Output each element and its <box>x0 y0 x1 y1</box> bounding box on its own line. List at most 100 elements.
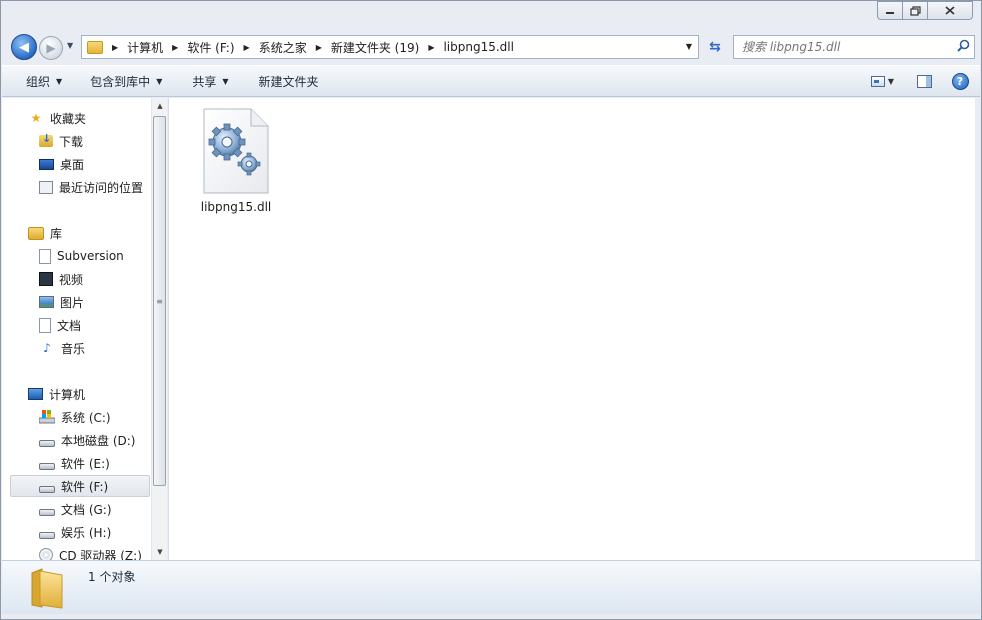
sidebar-item-label: 库 <box>50 226 63 241</box>
include-in-library-label: 包含到库中 <box>90 74 151 89</box>
new-folder-button[interactable]: 新建文件夹 <box>247 69 331 93</box>
file-list-view[interactable]: libpng15.dll <box>168 98 975 560</box>
drive-icon <box>39 439 55 447</box>
breadcrumb-item[interactable]: 系统之家 <box>259 39 307 56</box>
sidebar-item-favorites[interactable]: ★ 收藏夹 <box>2 107 150 129</box>
sidebar-item-drive-d[interactable]: 本地磁盘 (D:) <box>2 429 150 451</box>
scroll-up-icon[interactable]: ▲ <box>152 98 167 114</box>
new-folder-label: 新建文件夹 <box>258 74 319 89</box>
view-dropdown-icon[interactable]: ▼ <box>888 77 894 86</box>
search-box[interactable] <box>733 35 975 59</box>
sidebar-item-label: Subversion <box>57 249 124 263</box>
history-dropdown-icon[interactable]: ▼ <box>67 41 73 50</box>
close-icon <box>945 6 955 15</box>
details-pane: 1 个对象 <box>2 560 980 614</box>
back-button[interactable]: ◀ <box>11 34 37 60</box>
address-bar[interactable]: ▶ 计算机 ▶ 软件 (F:) ▶ 系统之家 ▶ 新建文件夹 (19) ▶ li… <box>81 35 699 59</box>
forward-button[interactable]: ▶ <box>39 36 63 60</box>
breadcrumb-item[interactable]: 计算机 <box>127 39 163 56</box>
sidebar-item-label: 文档 <box>57 318 82 333</box>
breadcrumb: ▶ 计算机 ▶ 软件 (F:) ▶ 系统之家 ▶ 新建文件夹 (19) ▶ li… <box>103 39 514 56</box>
nav-scrollbar[interactable]: ▲ ≡ ▼ <box>151 98 167 560</box>
chevron-down-icon: ▼ <box>156 76 163 86</box>
computer-icon <box>28 388 43 400</box>
sidebar-item-drive-h[interactable]: 娱乐 (H:) <box>2 521 150 543</box>
sidebar-item-label: 文档 (G:) <box>61 502 112 517</box>
sidebar-item-drive-z[interactable]: CD 驱动器 (Z:) <box>2 544 150 560</box>
sidebar-item-label: 图片 <box>60 295 85 310</box>
cd-drive-icon <box>39 548 53 560</box>
share-label: 共享 <box>192 74 217 89</box>
refresh-icon: ⇆ <box>709 39 721 55</box>
system-drive-icon <box>39 410 55 424</box>
change-view-button[interactable] <box>866 70 890 92</box>
sidebar-item-label: 系统 (C:) <box>61 410 111 425</box>
caption-buttons <box>877 1 973 20</box>
preview-pane-button[interactable] <box>912 70 936 92</box>
sidebar-item-desktop[interactable]: 桌面 <box>2 153 150 175</box>
dll-gear-file-icon <box>203 108 269 194</box>
preview-pane-icon <box>916 74 932 88</box>
chevron-right-icon[interactable]: ▶ <box>112 43 118 52</box>
sidebar-item-drive-e[interactable]: 软件 (E:) <box>2 452 150 474</box>
close-button[interactable] <box>927 1 973 20</box>
sidebar-item-subversion[interactable]: Subversion <box>2 245 150 267</box>
chevron-right-icon[interactable]: ▶ <box>172 43 178 52</box>
organize-button[interactable]: 组织 ▼ <box>14 69 74 93</box>
sidebar-item-drive-c[interactable]: 系统 (C:) <box>2 406 150 428</box>
command-toolbar: 组织 ▼ 包含到库中 ▼ 共享 ▼ 新建文件夹 ▼ ? <box>2 65 980 97</box>
scroll-down-icon[interactable]: ▼ <box>152 544 167 560</box>
include-in-library-button[interactable]: 包含到库中 ▼ <box>78 69 174 93</box>
minimize-icon <box>886 11 894 14</box>
sidebar-item-label: 软件 (E:) <box>61 456 110 471</box>
sidebar-item-videos[interactable]: 视频 <box>2 268 150 290</box>
sidebar-item-computer[interactable]: 计算机 <box>2 383 150 405</box>
sidebar-item-documents[interactable]: 文档 <box>2 314 150 336</box>
sidebar-item-recent-places[interactable]: 最近访问的位置 <box>2 176 150 198</box>
breadcrumb-item[interactable]: libpng15.dll <box>443 40 514 54</box>
star-icon: ★ <box>30 111 42 125</box>
chevron-right-icon[interactable]: ▶ <box>244 43 250 52</box>
sidebar-item-label: 下载 <box>59 134 84 149</box>
sidebar-item-label: 桌面 <box>60 157 85 172</box>
help-icon: ? <box>951 72 969 90</box>
library-icon <box>28 226 44 240</box>
desktop-icon <box>39 158 54 170</box>
refresh-button[interactable]: ⇆ <box>703 35 727 59</box>
search-input[interactable] <box>734 40 952 54</box>
drive-icon <box>39 462 55 470</box>
minimize-button[interactable] <box>877 1 903 20</box>
sidebar-item-drive-f[interactable]: 软件 (F:) <box>10 475 150 497</box>
sidebar-item-libraries[interactable]: 库 <box>2 222 150 244</box>
scrollbar-thumb[interactable]: ≡ <box>153 116 166 486</box>
help-button[interactable]: ? <box>948 70 972 92</box>
sidebar-item-label: 本地磁盘 (D:) <box>61 433 136 448</box>
music-icon: ♪ <box>43 341 51 355</box>
navigation-pane: ★ 收藏夹 下载 桌面 最近访问的位置 库 Subvers <box>2 98 167 560</box>
document-icon <box>39 317 51 333</box>
address-dropdown-icon[interactable]: ▼ <box>686 42 692 51</box>
picture-icon <box>39 296 54 308</box>
item-count: 1 个对象 <box>88 570 136 584</box>
share-button[interactable]: 共享 ▼ <box>180 69 240 93</box>
folder-icon <box>28 567 66 609</box>
search-icon[interactable] <box>952 39 974 56</box>
sidebar-item-label: 娱乐 (H:) <box>61 525 112 540</box>
chevron-right-icon[interactable]: ▶ <box>316 43 322 52</box>
sidebar-item-music[interactable]: ♪ 音乐 <box>2 337 150 359</box>
breadcrumb-item[interactable]: 新建文件夹 (19) <box>331 39 419 56</box>
chevron-right-icon[interactable]: ▶ <box>428 43 434 52</box>
sidebar-item-drive-g[interactable]: 文档 (G:) <box>2 498 150 520</box>
sidebar-item-label: 计算机 <box>49 387 86 402</box>
recent-places-icon <box>39 180 53 194</box>
file-item[interactable]: libpng15.dll <box>197 108 275 214</box>
view-icon <box>870 75 885 87</box>
maximize-button[interactable] <box>902 1 928 20</box>
breadcrumb-item[interactable]: 软件 (F:) <box>187 39 234 56</box>
sidebar-item-pictures[interactable]: 图片 <box>2 291 150 313</box>
sidebar-item-label: 视频 <box>59 272 84 287</box>
document-icon <box>39 248 51 264</box>
sidebar-item-label: 最近访问的位置 <box>59 180 144 195</box>
sidebar-item-label: 音乐 <box>61 341 86 356</box>
sidebar-item-downloads[interactable]: 下载 <box>2 130 150 152</box>
